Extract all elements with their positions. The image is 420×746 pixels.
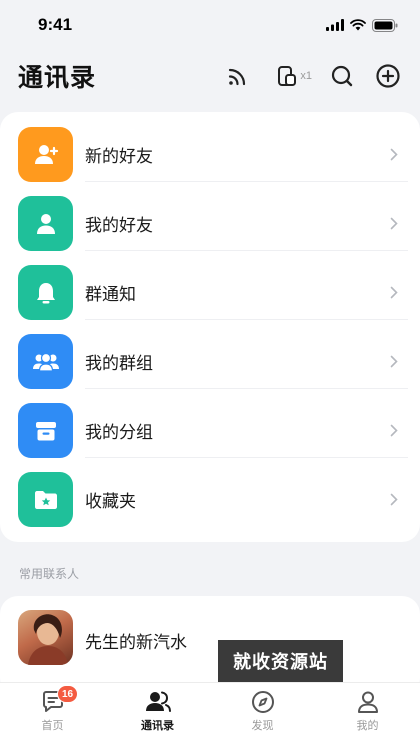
- header-actions: x1: [224, 62, 402, 90]
- cast-button[interactable]: [224, 62, 252, 90]
- menu-item-my-friends[interactable]: 我的好友: [0, 181, 420, 251]
- menu-item-label: 我的好友: [85, 216, 153, 236]
- group-notifications-tile: [18, 265, 73, 320]
- device-button[interactable]: x1: [276, 62, 312, 90]
- menu-item-my-categories[interactable]: 我的分组: [0, 388, 420, 458]
- contact-avatar: [18, 610, 73, 665]
- cast-icon: [229, 68, 246, 86]
- frequent-contacts-list: 先生的新汽水: [0, 596, 420, 696]
- device-icon: [278, 66, 297, 86]
- status-time: 9:41: [38, 15, 73, 34]
- my-categories-tile: [18, 403, 73, 458]
- menu-item-label: 群通知: [85, 285, 136, 305]
- search-button[interactable]: [328, 62, 356, 90]
- add-friend-icon: [34, 144, 58, 164]
- my-friends-tile: [18, 196, 73, 251]
- tab-label: 首页: [41, 719, 64, 732]
- header: 通讯录 x1: [0, 50, 420, 102]
- favorites-tile: [18, 472, 73, 527]
- cellular-signal-icon: [326, 19, 344, 31]
- tab-discover[interactable]: 发现: [210, 683, 315, 746]
- bell-icon: [36, 282, 55, 303]
- tab-label: 发现: [251, 719, 274, 732]
- menu-item-label: 新的好友: [85, 147, 153, 167]
- watermark: 就收资源站: [218, 640, 343, 682]
- section-label-frequent-contacts: 常用联系人: [19, 567, 80, 581]
- my-groups-tile: [18, 334, 73, 389]
- folder-star-icon: [34, 490, 57, 509]
- group-icon: [32, 352, 59, 372]
- contact-name: 先生的新汽水: [85, 633, 187, 653]
- menu-item-label: 我的群组: [85, 354, 153, 374]
- page-title: 通讯录: [18, 63, 97, 92]
- chevron-right-icon: [390, 493, 398, 506]
- tab-home[interactable]: 16 首页: [0, 683, 105, 746]
- unread-badge: 16: [57, 685, 79, 703]
- chevron-right-icon: [390, 286, 398, 299]
- tab-label: 通讯录: [141, 719, 174, 732]
- add-button[interactable]: [374, 62, 402, 90]
- menu-item-my-groups[interactable]: 我的群组: [0, 319, 420, 389]
- bottom-tabbar: 16 首页 通讯录 发现 我的: [0, 682, 420, 746]
- chevron-right-icon: [390, 217, 398, 230]
- menu-item-label: 收藏夹: [85, 492, 136, 512]
- tab-contacts[interactable]: 通讯录: [105, 683, 210, 746]
- search-icon: [331, 65, 353, 87]
- menu-item-label: 我的分组: [85, 423, 153, 443]
- contact-row[interactable]: 先生的新汽水: [0, 596, 420, 676]
- contacts-menu: 新的好友 我的好友 群通知 我的群组 我的分组 收藏夹: [0, 112, 420, 542]
- plus-circle-icon: [376, 64, 400, 88]
- tab-label: 我的: [356, 719, 379, 732]
- menu-item-new-friends[interactable]: 新的好友: [0, 112, 420, 182]
- person-icon: [36, 213, 55, 234]
- box-icon: [35, 421, 56, 440]
- new-friends-tile: [18, 127, 73, 182]
- chevron-right-icon: [390, 355, 398, 368]
- tab-profile[interactable]: 我的: [315, 683, 420, 746]
- profile-icon: [357, 691, 378, 713]
- device-count: x1: [300, 70, 312, 82]
- status-icons: [326, 18, 398, 32]
- status-bar: 9:41: [0, 0, 420, 50]
- battery-icon: [372, 18, 398, 32]
- wifi-icon: [350, 19, 366, 31]
- compass-icon: [251, 691, 274, 713]
- chevron-right-icon: [390, 148, 398, 161]
- menu-item-favorites[interactable]: 收藏夹: [0, 457, 420, 527]
- avatar-photo-icon: [28, 614, 68, 665]
- contacts-icon: [145, 691, 171, 712]
- menu-item-group-notifications[interactable]: 群通知: [0, 250, 420, 320]
- chevron-right-icon: [390, 424, 398, 437]
